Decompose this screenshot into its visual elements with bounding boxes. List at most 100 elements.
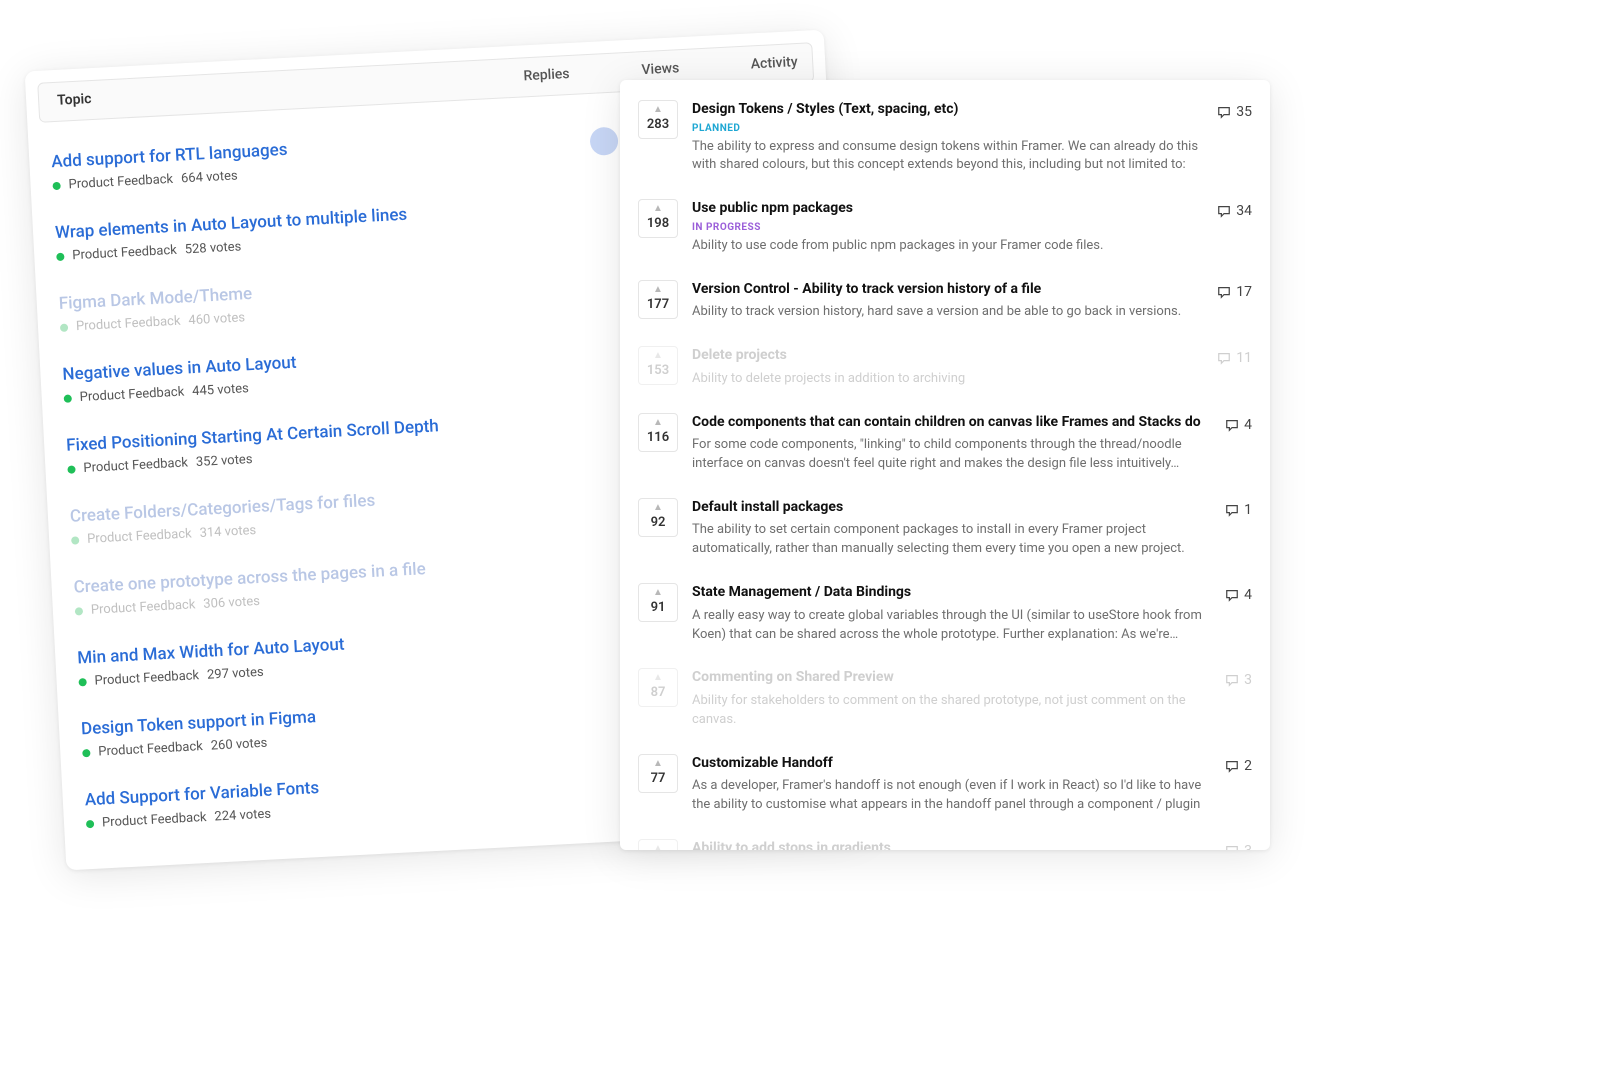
request-row: ▲ 177 Version Control - Ability to track v… <box>638 270 1252 336</box>
topic-votes: 260 votes <box>210 736 267 754</box>
header-topic: Topic <box>57 91 92 109</box>
topic-category[interactable]: Product Feedback <box>72 243 177 263</box>
category-dot-icon <box>86 819 94 827</box>
upvote-button[interactable]: ▲ 177 <box>638 280 678 319</box>
comment-icon <box>1217 285 1231 299</box>
comments-link[interactable]: 17 <box>1217 284 1252 300</box>
request-description: Ability for stakeholders to comment on t… <box>692 692 1211 730</box>
request-title-link[interactable]: Delete projects <box>692 346 1203 366</box>
comments-count: 4 <box>1244 417 1252 433</box>
category-dot-icon <box>60 323 68 331</box>
request-description: Ability to track version history, hard s… <box>692 303 1203 322</box>
topic-category[interactable]: Product Feedback <box>91 597 196 617</box>
comments-link[interactable]: 3 <box>1225 843 1252 850</box>
upvote-count: 77 <box>651 771 666 786</box>
request-row: ▲283 Design Tokens / Styles (Text, spacin… <box>638 90 1252 189</box>
category-dot-icon <box>78 678 86 686</box>
upvote-button[interactable]: ▲77 <box>638 754 678 793</box>
topic-category[interactable]: Product Feedback <box>102 810 207 830</box>
comment-icon <box>1225 418 1239 432</box>
request-title-link[interactable]: Default install packages <box>692 498 1211 518</box>
request-title-link[interactable]: Customizable Handoff <box>692 754 1211 774</box>
request-row: ▲153Delete projectsAbility to delete pro… <box>638 336 1252 402</box>
comment-icon <box>1225 503 1239 517</box>
requests-list: ▲283Design Tokens / Styles (Text, spacin… <box>638 90 1252 850</box>
request-description: A really easy way to create global varia… <box>692 607 1211 645</box>
request-title-link[interactable]: Use public npm packages <box>692 199 1203 219</box>
comments-link[interactable]: 35 <box>1217 104 1252 120</box>
upvote-button[interactable]: ▲70 <box>638 839 678 850</box>
upvote-arrow-icon: ▲ <box>639 673 677 683</box>
comments-count: 17 <box>1236 284 1252 300</box>
upvote-button[interactable]: ▲198 <box>638 199 678 238</box>
comments-link[interactable]: 3 <box>1225 672 1252 688</box>
comments-link[interactable]: 11 <box>1217 350 1252 366</box>
upvote-arrow-icon: ▲ <box>639 351 677 361</box>
request-row: ▲116 Code components that can contain chi… <box>638 403 1252 488</box>
topic-votes: 224 votes <box>214 807 271 825</box>
topic-category[interactable]: Product Feedback <box>98 739 203 759</box>
comment-icon <box>1217 351 1231 365</box>
topic-votes: 306 votes <box>203 594 260 612</box>
upvote-button[interactable]: ▲ 87 <box>638 668 678 707</box>
category-dot-icon <box>82 748 90 756</box>
topic-category[interactable]: Product Feedback <box>76 314 181 334</box>
request-description: As a developer, Framer's handoff is not … <box>692 777 1211 815</box>
request-row: ▲77 Customizable Handoff As a developer, F… <box>638 744 1252 829</box>
upvote-count: 87 <box>651 685 666 700</box>
comment-icon <box>1225 673 1239 687</box>
request-title-link[interactable]: State Management / Data Bindings <box>692 583 1211 603</box>
upvote-count: 153 <box>647 363 669 378</box>
comments-link[interactable]: 1 <box>1225 502 1252 518</box>
upvote-arrow-icon: ▲ <box>639 588 677 598</box>
upvote-count: 177 <box>647 297 669 312</box>
comments-link[interactable]: 2 <box>1225 758 1252 774</box>
topic-votes: 297 votes <box>207 665 264 683</box>
feature-request-card: ▲283Design Tokens / Styles (Text, spacin… <box>620 80 1270 850</box>
upvote-count: 92 <box>651 515 666 530</box>
request-description: Ability to use code from public npm pack… <box>692 237 1203 256</box>
request-title-link[interactable]: Version Control - Ability to track versi… <box>692 280 1203 300</box>
request-title-link[interactable]: Ability to add stops in gradients <box>692 839 1211 850</box>
topic-category[interactable]: Product Feedback <box>94 668 199 688</box>
request-row: ▲91 State Management / Data Bindings A rea… <box>638 573 1252 658</box>
request-row: ▲92Default install packagesThe ability t… <box>638 488 1252 573</box>
topic-category[interactable]: Product Feedback <box>79 385 184 405</box>
category-dot-icon <box>67 465 75 473</box>
request-title-link[interactable]: Design Tokens / Styles (Text, spacing, e… <box>692 100 1203 120</box>
topic-votes: 352 votes <box>196 452 253 470</box>
comments-count: 3 <box>1244 843 1252 850</box>
header-replies[interactable]: Replies <box>506 65 587 85</box>
comments-count: 1 <box>1244 502 1252 518</box>
topic-category[interactable]: Product Feedback <box>87 526 192 546</box>
header-views[interactable]: Views <box>620 59 701 79</box>
comments-link[interactable]: 4 <box>1225 587 1252 603</box>
topic-title-link[interactable]: Figma Dark Mode/Theme <box>58 284 252 314</box>
upvote-button[interactable]: ▲116 <box>638 413 678 452</box>
category-dot-icon <box>71 536 79 544</box>
upvote-count: 198 <box>647 216 669 231</box>
header-activity[interactable]: Activity <box>734 53 815 73</box>
comments-link[interactable]: 4 <box>1225 417 1252 433</box>
topic-category[interactable]: Product Feedback <box>68 172 173 192</box>
topic-votes: 528 votes <box>184 239 241 257</box>
topic-category[interactable]: Product Feedback <box>83 455 188 475</box>
upvote-button[interactable]: ▲283 <box>638 100 678 139</box>
upvote-arrow-icon: ▲ <box>639 285 677 295</box>
upvote-button[interactable]: ▲91 <box>638 583 678 622</box>
upvote-button[interactable]: ▲ 153 <box>638 346 678 385</box>
request-title-link[interactable]: Code components that can contain childre… <box>692 413 1211 433</box>
comment-icon <box>1225 759 1239 773</box>
upvote-button[interactable]: ▲92 <box>638 498 678 537</box>
upvote-count: 283 <box>647 117 669 132</box>
request-description: For some code components, "linking" to c… <box>692 436 1211 474</box>
comments-link[interactable]: 34 <box>1217 203 1252 219</box>
request-title-link[interactable]: Commenting on Shared Preview <box>692 668 1211 688</box>
comments-count: 35 <box>1236 104 1252 120</box>
topic-votes: 460 votes <box>188 310 245 328</box>
avatar[interactable] <box>589 127 618 156</box>
request-status-badge: PLANNED <box>692 123 1203 134</box>
request-status-badge: IN PROGRESS <box>692 222 1203 233</box>
comment-icon <box>1225 844 1239 850</box>
topic-votes: 314 votes <box>199 523 256 541</box>
